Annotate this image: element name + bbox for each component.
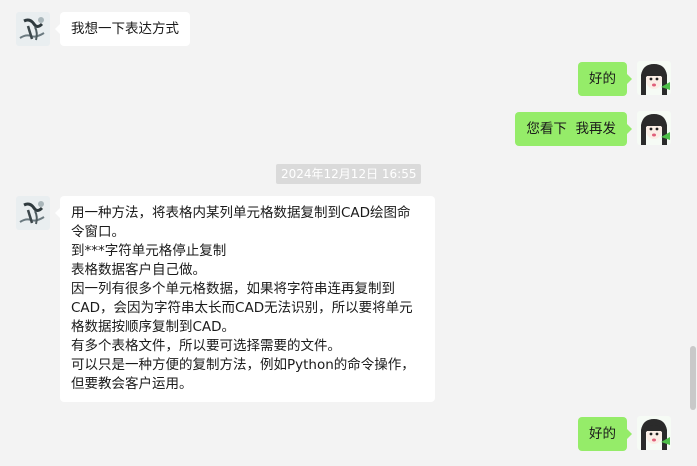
chat-message-area[interactable]: 我想一下表达方式 好的 您看下 我再发 2024年12月12日 16:55 用一… bbox=[0, 0, 697, 466]
self-avatar[interactable] bbox=[637, 111, 671, 145]
message-line: 有多个表格文件，所以要可选择需要的文件。 bbox=[71, 338, 341, 354]
incoming-message-bubble[interactable]: 我想一下表达方式 bbox=[55, 12, 190, 46]
contact-avatar[interactable] bbox=[16, 12, 50, 46]
anime-girl-icon bbox=[637, 111, 671, 145]
message-line: 因一列有很多个单元格数据，如果将字符串连再复制到 bbox=[71, 281, 395, 297]
message-line: 表格数据客户自己做。 bbox=[71, 262, 206, 278]
outgoing-message-bubble[interactable]: 好的 bbox=[578, 62, 632, 96]
message-text: 好的 bbox=[589, 71, 616, 87]
ink-painting-icon bbox=[16, 12, 50, 46]
message-line: 用一种方法，将表格内某列单元格数据复制到CAD绘图命 bbox=[71, 205, 411, 221]
message-text: 我想一下表达方式 bbox=[71, 21, 179, 37]
outgoing-message-bubble[interactable]: 您看下 我再发 bbox=[515, 112, 632, 146]
incoming-message-bubble[interactable]: 用一种方法，将表格内某列单元格数据复制到CAD绘图命 令窗口。 到***字符单元… bbox=[55, 196, 435, 402]
message-line: 到***字符单元格停止复制 bbox=[71, 243, 227, 259]
self-avatar[interactable] bbox=[637, 416, 671, 450]
timestamp-label: 2024年12月12日 16:55 bbox=[276, 164, 422, 184]
outgoing-message-bubble[interactable]: 好的 bbox=[578, 417, 632, 451]
message-text: 好的 bbox=[589, 426, 616, 442]
message-line: 令窗口。 bbox=[71, 224, 125, 240]
anime-girl-icon bbox=[637, 61, 671, 95]
message-line: 格数据按顺序复制到CAD。 bbox=[71, 319, 236, 335]
scrollbar-thumb[interactable] bbox=[690, 346, 696, 410]
message-line: 但要教会客户运用。 bbox=[71, 376, 193, 392]
message-line: 可以只是一种方便的复制方法，例如Python的命令操作， bbox=[71, 357, 415, 373]
anime-girl-icon bbox=[637, 416, 671, 450]
message-text: 您看下 我再发 bbox=[526, 121, 616, 137]
contact-avatar[interactable] bbox=[16, 196, 50, 230]
message-line: CAD，会因为字符串太长而CAD无法识别，所以要将单元 bbox=[71, 300, 413, 316]
self-avatar[interactable] bbox=[637, 61, 671, 95]
ink-painting-icon bbox=[16, 196, 50, 230]
